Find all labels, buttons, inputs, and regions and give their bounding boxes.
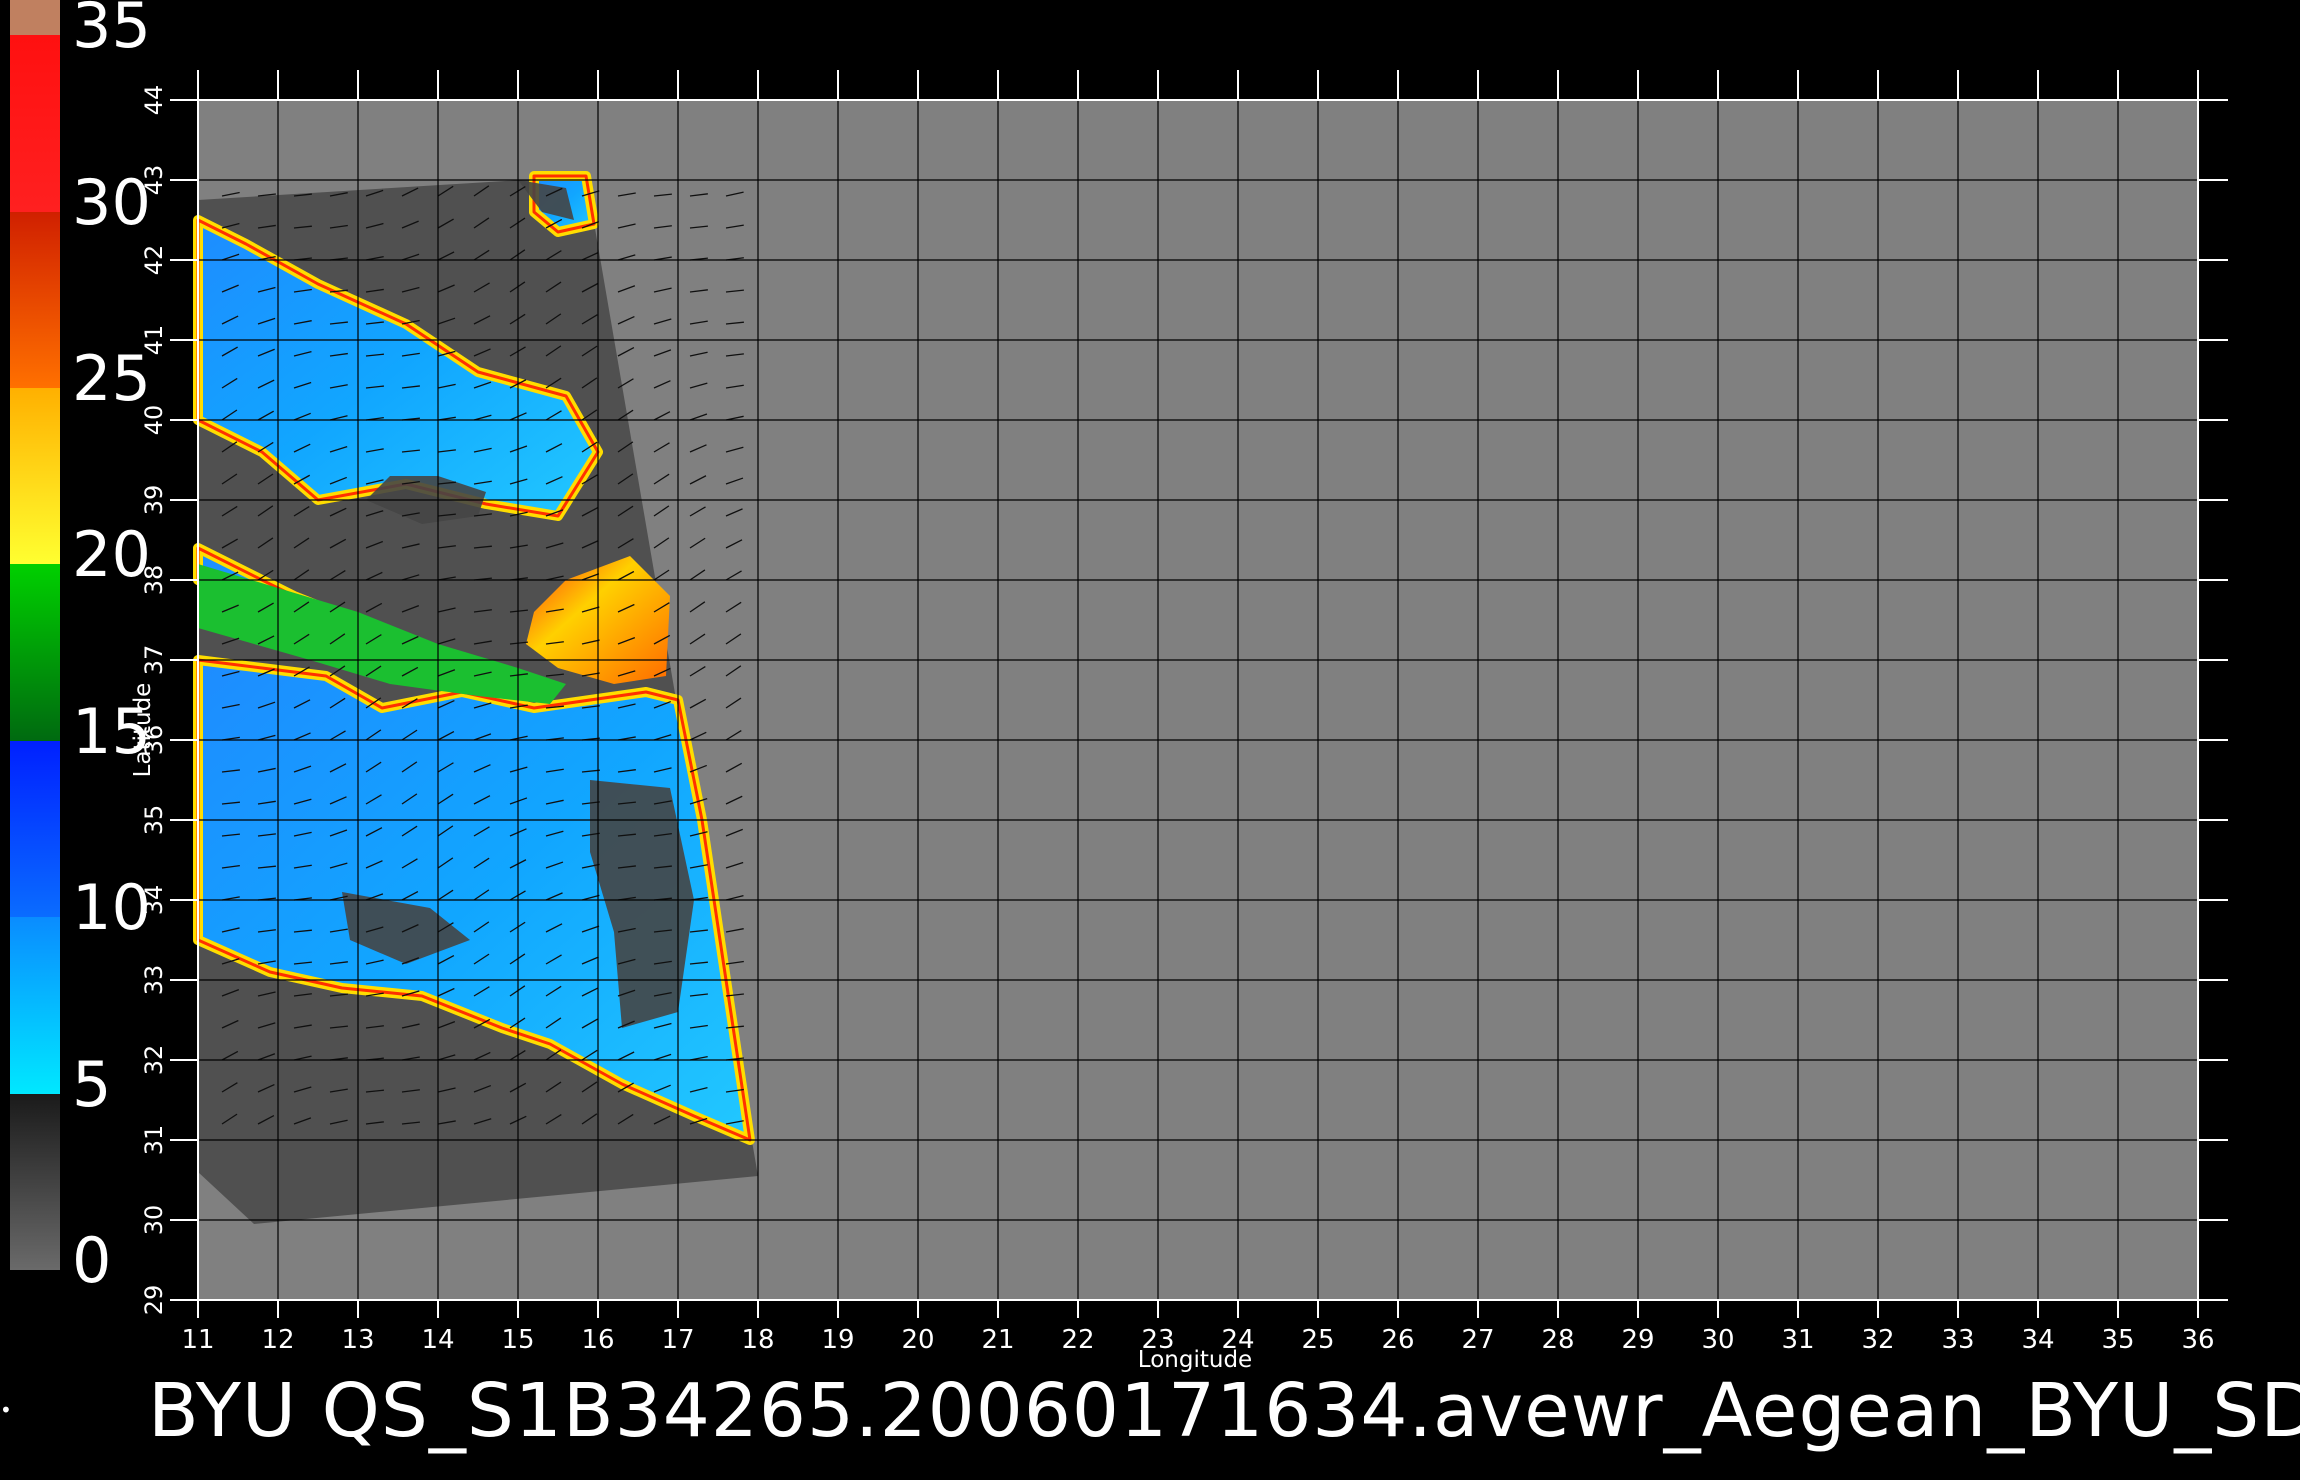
lat-tick-label: 40 — [140, 405, 168, 436]
lon-tick-label: 34 — [2021, 1325, 2054, 1355]
lon-tick-label: 19 — [821, 1325, 854, 1355]
lat-tick-label: 34 — [140, 885, 168, 916]
lat-tick-label: 33 — [140, 965, 168, 996]
lon-tick-label: 28 — [1541, 1325, 1574, 1355]
lon-tick-label: 36 — [2181, 1325, 2214, 1355]
lat-tick-label: 35 — [140, 805, 168, 836]
lon-tick-label: 21 — [981, 1325, 1014, 1355]
lon-tick-label: 27 — [1461, 1325, 1494, 1355]
wind-map: 11 12 13 14 15 16 17 18 19 20 21 22 23 24 25 26 27 28 29 30… — [130, 70, 2228, 1373]
lon-tick-label: 15 — [501, 1325, 534, 1355]
bullet-marker: • — [0, 1398, 12, 1422]
lon-tick-label: 30 — [1701, 1325, 1734, 1355]
lat-tick-label: 44 — [140, 85, 168, 116]
lon-tick-label: 12 — [261, 1325, 294, 1355]
lon-tick-label: 13 — [341, 1325, 374, 1355]
y-axis-title: Latitude — [130, 683, 156, 778]
lon-tick-label: 11 — [181, 1325, 214, 1355]
lon-tick-label: 29 — [1621, 1325, 1654, 1355]
lon-tick-label: 31 — [1781, 1325, 1814, 1355]
lat-tick-label: 32 — [140, 1045, 168, 1076]
lon-tick-label: 14 — [421, 1325, 454, 1355]
lat-tick-label: 38 — [140, 565, 168, 596]
lat-tick-label: 30 — [140, 1205, 168, 1236]
lon-tick-label: 18 — [741, 1325, 774, 1355]
lat-tick-label: 43 — [140, 165, 168, 196]
lon-tick-label: 25 — [1301, 1325, 1334, 1355]
lat-tick-label: 41 — [140, 325, 168, 356]
map-figure: 0 5 10 15 20 25 30 35 11 12 13 14 15 16 17 18 19 20 21 22 2… — [0, 0, 2300, 1480]
lat-tick-label: 29 — [140, 1285, 168, 1316]
lon-tick-label: 17 — [661, 1325, 694, 1355]
lat-tick-label: 42 — [140, 245, 168, 276]
lat-tick-label: 39 — [140, 485, 168, 516]
lat-tick-label: 37 — [140, 645, 168, 676]
lon-tick-label: 32 — [1861, 1325, 1894, 1355]
lon-tick-label: 35 — [2101, 1325, 2134, 1355]
lon-tick-label: 26 — [1381, 1325, 1414, 1355]
lon-tick-label: 16 — [581, 1325, 614, 1355]
lat-tick-label: 31 — [140, 1125, 168, 1156]
lon-tick-label: 20 — [901, 1325, 934, 1355]
lon-tick-label: 33 — [1941, 1325, 1974, 1355]
product-title: BYU QS_S1B34265.20060171634.avewr_Aegean… — [148, 1368, 2300, 1454]
lon-tick-label: 22 — [1061, 1325, 1094, 1355]
